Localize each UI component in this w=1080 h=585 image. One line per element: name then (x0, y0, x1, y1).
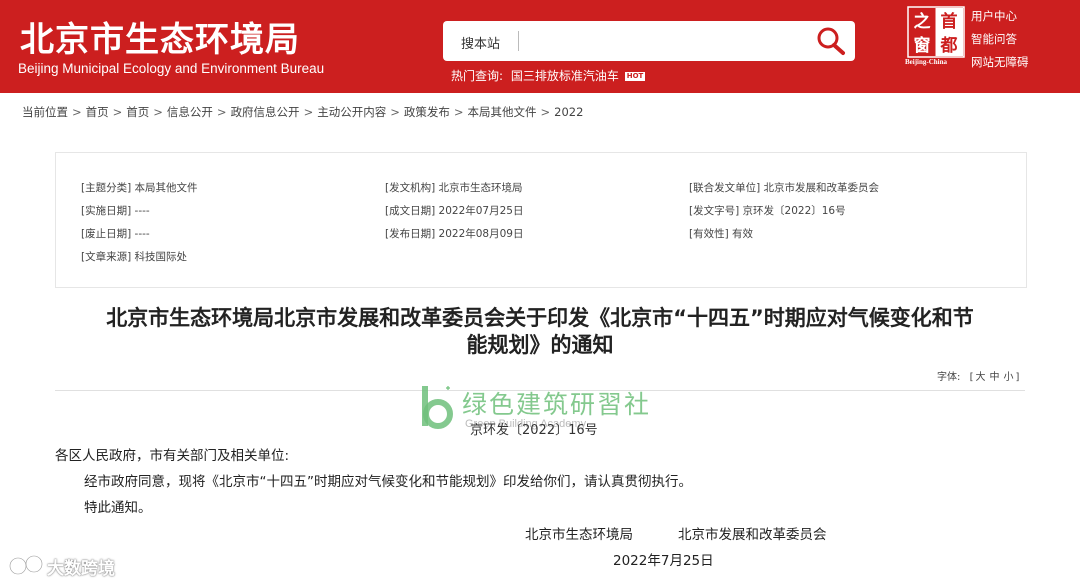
font-size-small[interactable]: 小 (1003, 372, 1013, 383)
breadcrumb-item-other-docs[interactable]: 本局其他文件 (467, 105, 536, 119)
site-title[interactable]: 北京市生态环境局 (20, 12, 300, 61)
meta-publish-date: [发布日期] 2022年08月09日 (385, 228, 524, 240)
capital-window-logo[interactable]: 首 之 都 窗 (907, 6, 965, 58)
site-title-english: Beijing Municipal Ecology and Environmen… (18, 61, 325, 76)
breadcrumb: 当前位置 > 首页 > 首页 > 信息公开 > 政府信息公开 > 主动公开内容 > 政策发布 > 本局其他文… (22, 105, 584, 119)
seal-char-3: 都 (940, 35, 958, 56)
hot-badge: HOT (624, 72, 646, 81)
user-links: 用户中心 智能问答 网站无障碍 (971, 5, 1071, 74)
breadcrumb-item-active-disclosure[interactable]: 主动公开内容 (317, 105, 386, 119)
breadcrumb-item-policy[interactable]: 政策发布 (404, 105, 450, 119)
corner-watermark-text: 大数跨境 (47, 559, 115, 579)
seal-char-2: 之 (914, 11, 931, 32)
search-button[interactable] (813, 24, 849, 58)
smart-qa-link[interactable]: 智能问答 (971, 28, 1071, 51)
font-size-large[interactable]: 大 (975, 372, 985, 383)
font-size-medium[interactable]: 中 (989, 372, 999, 383)
breadcrumb-item-home[interactable]: 首页 (86, 105, 109, 119)
font-size-label: 字体: (937, 372, 961, 383)
watermark-text: 绿色建筑研習社 (462, 390, 652, 419)
user-center-link[interactable]: 用户中心 (971, 5, 1071, 28)
document-number: 京环发〔2022〕16号 (470, 423, 598, 438)
meta-issuer: [发文机构] 北京市生态环境局 (385, 182, 523, 194)
meta-effective-date: [实施日期] ---- (81, 205, 150, 217)
seal-char-4: 窗 (914, 35, 931, 56)
breadcrumb-item-gov-info[interactable]: 政府信息公开 (231, 105, 300, 119)
green-building-logo-icon (422, 386, 453, 429)
search-icon (817, 27, 845, 55)
meta-topic: [主题分类] 本局其他文件 (81, 182, 198, 194)
search-divider (518, 31, 519, 51)
document-title-line-1: 北京市生态环境局北京市发展和改革委员会关于印发《北京市“十四五”时期应对气候变化… (106, 306, 974, 330)
sign-date: 2022年7月25日 (613, 553, 714, 569)
search-box: 搜本站 (443, 21, 855, 61)
search-input[interactable] (525, 29, 809, 55)
seal-logo-icon: 首 之 都 窗 (907, 6, 965, 58)
corner-watermark-icon (8, 554, 44, 576)
site-header: 北京市生态环境局 Beijing Municipal Ecology and E… (0, 0, 1080, 93)
breadcrumb-item-info-disclosure[interactable]: 信息公开 (167, 105, 213, 119)
meta-doc-code: [发文字号] 京环发〔2022〕16号 (689, 205, 846, 217)
signatory-commission: 北京市发展和改革委员会 (678, 527, 827, 543)
hot-query: 热门查询: 国三排放标准汽油车 HOT (451, 67, 646, 84)
seal-char-1: 首 (941, 11, 958, 32)
meta-validity: [有效性] 有效 (689, 228, 754, 240)
breadcrumb-prefix: 当前位置 (22, 105, 68, 119)
accessibility-link[interactable]: 网站无障碍 (971, 51, 1071, 74)
font-size-controls: 字体: [大中小] (937, 372, 1020, 383)
document-title: 北京市生态环境局北京市发展和改革委员会关于印发《北京市“十四五”时期应对气候变化… (40, 305, 1040, 359)
breadcrumb-item-home-2[interactable]: 首页 (126, 105, 149, 119)
salutation: 各区人民政府，市有关部门及相关单位: (55, 448, 290, 464)
meta-source: [文章来源] 科技国际处 (81, 251, 188, 263)
meta-abolish-date: [废止日期] ---- (81, 228, 150, 240)
watermark-logo (420, 384, 456, 430)
hot-query-link[interactable]: 国三排放标准汽油车 (511, 69, 619, 83)
meta-joint-issuer: [联合发文单位] 北京市发展和改革委员会 (689, 182, 880, 194)
breadcrumb-item-year[interactable]: 2022 (554, 105, 583, 119)
meta-written-date: [成文日期] 2022年07月25日 (385, 205, 524, 217)
body-paragraph-1: 经市政府同意，现将《北京市“十四五”时期应对气候变化和节能规划》印发给你们，请认… (84, 474, 692, 490)
search-scope-label[interactable]: 搜本站 (461, 33, 500, 52)
seal-caption: Beijing-China (905, 58, 948, 66)
body-paragraph-2: 特此通知。 (84, 500, 152, 516)
document-meta-box: [主题分类] 本局其他文件 [发文机构] 北京市生态环境局 [联合发文单位] 北… (55, 152, 1027, 288)
document-title-line-2: 能规划》的通知 (466, 333, 614, 357)
signatory-bureau: 北京市生态环境局 (525, 527, 633, 543)
hot-query-label: 热门查询: (451, 69, 504, 83)
